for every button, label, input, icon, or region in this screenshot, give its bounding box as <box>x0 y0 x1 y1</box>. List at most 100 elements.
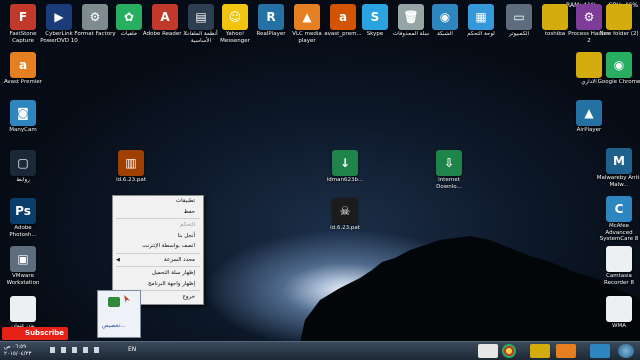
recycle-bin-icon: 🗑 <box>398 4 424 30</box>
taskbar-media-button[interactable] <box>556 344 576 358</box>
tray-popup: تخصيص... <box>97 290 141 338</box>
start-button[interactable] <box>618 344 634 358</box>
menu-separator <box>116 266 200 267</box>
volume-icon[interactable] <box>72 347 77 353</box>
folder-icon <box>606 4 632 30</box>
shortcut-label: AirPlayer <box>576 127 602 133</box>
context-menu-item[interactable]: أنجل بنا <box>113 231 203 242</box>
desktop-shortcut[interactable]: ▥ id.6.23.pat <box>108 150 154 184</box>
shortcut-label: WMA <box>612 323 626 329</box>
desktop-shortcut[interactable]: WMA <box>596 296 640 330</box>
shortcut-label: id.6.23.pat <box>116 177 146 183</box>
monitor-tray-icon[interactable] <box>94 347 99 353</box>
systemcare-icon: C <box>606 196 632 222</box>
network-icon: ◉ <box>432 4 458 30</box>
yahoo-messenger-icon: ☺ <box>222 4 248 30</box>
desktop-shortcut[interactable]: ▲ AirPlayer <box>566 100 612 134</box>
clock-time: ٠٦:٥٩ ص <box>4 344 27 350</box>
desktop-shortcut[interactable]: ◉ Google Chrome <box>596 52 640 86</box>
network-tray-icon[interactable] <box>61 347 66 353</box>
context-menu-item-label: اتصف بواسطة الإنترنت <box>142 243 195 249</box>
shortcut-label: Malwareby Anti-Malw... <box>596 175 640 188</box>
desktop-shortcut[interactable]: Camtasia Recorder 8 <box>596 246 640 286</box>
folder-toshiba-icon <box>542 4 568 30</box>
shortcut-label: id.6.23.pat <box>330 225 360 231</box>
chrome-icon: ◉ <box>606 52 632 78</box>
wallpapers-icon: ✿ <box>116 4 142 30</box>
desktop-shortcut[interactable]: Ps Adobe Photosh... <box>0 198 46 238</box>
context-menu-item-label: إظهار سلة التحميل <box>151 270 195 276</box>
book-icon: ▤ <box>188 4 214 30</box>
clock[interactable]: ٠٦:٥٩ ص ٢٠١٥/٠٤/٢٣ <box>4 344 31 358</box>
context-menu-item[interactable]: اتصف بواسطة الإنترنت <box>113 241 203 252</box>
context-menu-item[interactable]: إظهار سلة التحميل <box>113 268 203 279</box>
faststone-capture-icon: F <box>10 4 36 30</box>
desktop-shortcut[interactable]: يدن عنوان <box>0 296 46 330</box>
shortcut-label: Camtasia Recorder 8 <box>604 273 634 286</box>
context-menu-item[interactable]: إظهار واجهة البرنامج <box>113 279 203 290</box>
links-file-icon: ▢ <box>10 150 36 176</box>
desktop-shortcut[interactable]: New folder (2) <box>596 4 640 38</box>
menu-separator <box>116 218 200 219</box>
context-menu-item-label: التحكم <box>179 222 195 228</box>
malwarebytes-icon: M <box>606 148 632 174</box>
manycam-icon: ◙ <box>10 100 36 126</box>
realplayer-icon: R <box>258 4 284 30</box>
desktop-shortcut[interactable]: ☠ id.6.23.pat <box>322 198 368 232</box>
taskbar-camtasia-button[interactable] <box>478 344 498 358</box>
shortcut-label: McAfee Advanced SystemCare 8 <box>599 223 639 242</box>
powerdvd-icon: ▶ <box>46 4 72 30</box>
desktop-shortcut[interactable]: M Malwareby Anti-Malw... <box>596 148 640 188</box>
flag-icon[interactable] <box>83 347 88 353</box>
context-menu-item-label: خروج <box>182 294 195 300</box>
context-menu-item-label: إظهار واجهة البرنامج <box>148 280 195 287</box>
context-menu-item-label: حفظ <box>183 208 195 215</box>
shortcut-label: روابط <box>16 177 30 183</box>
context-menu-item-label: تطبيقات <box>176 198 195 204</box>
desktop-shortcut[interactable]: ◙ ManyCam <box>0 100 46 134</box>
language-indicator[interactable]: EN <box>128 346 136 353</box>
menu-separator <box>116 252 200 254</box>
subscribe-label: Subscribe <box>25 329 64 337</box>
desktop-shortcut[interactable]: a Avast Premier <box>0 52 46 86</box>
shortcut-label: idman623b... <box>326 177 364 183</box>
desktop-shortcut[interactable]: ▢ روابط <box>0 150 46 184</box>
desktop-shortcut[interactable]: C McAfee Advanced SystemCare 8 <box>596 196 640 243</box>
shortcut-label: Google Chrome <box>597 79 640 85</box>
desktop-shortcut[interactable]: ⇩ Internet Downlo... <box>426 150 472 190</box>
cursor-icon <box>124 295 130 303</box>
context-menu-item[interactable]: حفظ <box>113 207 203 218</box>
shortcut-label: Internet Downlo... <box>436 177 462 190</box>
taskbar-chrome-button[interactable] <box>502 344 516 358</box>
subscribe-button[interactable]: Subscribe <box>2 327 68 340</box>
desktop[interactable]: RAM: 41% CPU: 46% FFastStone Capture▶Cyb… <box>0 0 640 342</box>
context-menu-item[interactable]: التحكم <box>113 220 203 231</box>
arrow-up-icon[interactable] <box>50 347 55 353</box>
taskbar-ie-button[interactable] <box>590 344 610 358</box>
submenu-arrow-icon: ◀ <box>116 256 120 263</box>
taskbar-folder-button[interactable] <box>530 344 550 358</box>
computer-icon: ▭ <box>506 4 532 30</box>
wma-file-icon <box>10 296 36 322</box>
context-menu: تطبيقات حفظ التحكم أنجل بنا اتصف بواسطة الإن… <box>112 195 204 305</box>
context-menu-item-label: أنجل بنا <box>177 232 195 239</box>
skull-file-icon: ☠ <box>332 198 358 224</box>
desktop-shortcut[interactable]: ▣ VMware Workstation <box>0 246 46 286</box>
airplayer-icon: ▲ <box>576 100 602 126</box>
camtasia-icon <box>606 246 632 272</box>
tray-icons <box>50 347 120 355</box>
tray-customize-link[interactable]: تخصيص... <box>102 323 126 329</box>
shortcut-label: VMware Workstation <box>6 273 40 286</box>
context-menu-item-label: محدد السرعة <box>164 256 195 263</box>
taskbar: ٠٦:٥٩ ص ٢٠١٥/٠٤/٢٣ EN <box>0 341 640 360</box>
context-menu-item[interactable]: محدد السرعة ◀ <box>113 255 203 266</box>
skype-icon: S <box>362 4 388 30</box>
vmware-icon: ▣ <box>10 246 36 272</box>
tray-popup-icon[interactable] <box>108 297 120 307</box>
desktop-shortcut[interactable]: ↓ idman623b... <box>322 150 368 184</box>
context-menu-item[interactable]: تطبيقات <box>113 196 203 207</box>
vlc-icon: ▲ <box>294 4 320 30</box>
control-panel-icon: ▦ <box>468 4 494 30</box>
shortcut-label: New folder (2) <box>599 31 639 37</box>
idm-icon: ⇩ <box>436 150 462 176</box>
